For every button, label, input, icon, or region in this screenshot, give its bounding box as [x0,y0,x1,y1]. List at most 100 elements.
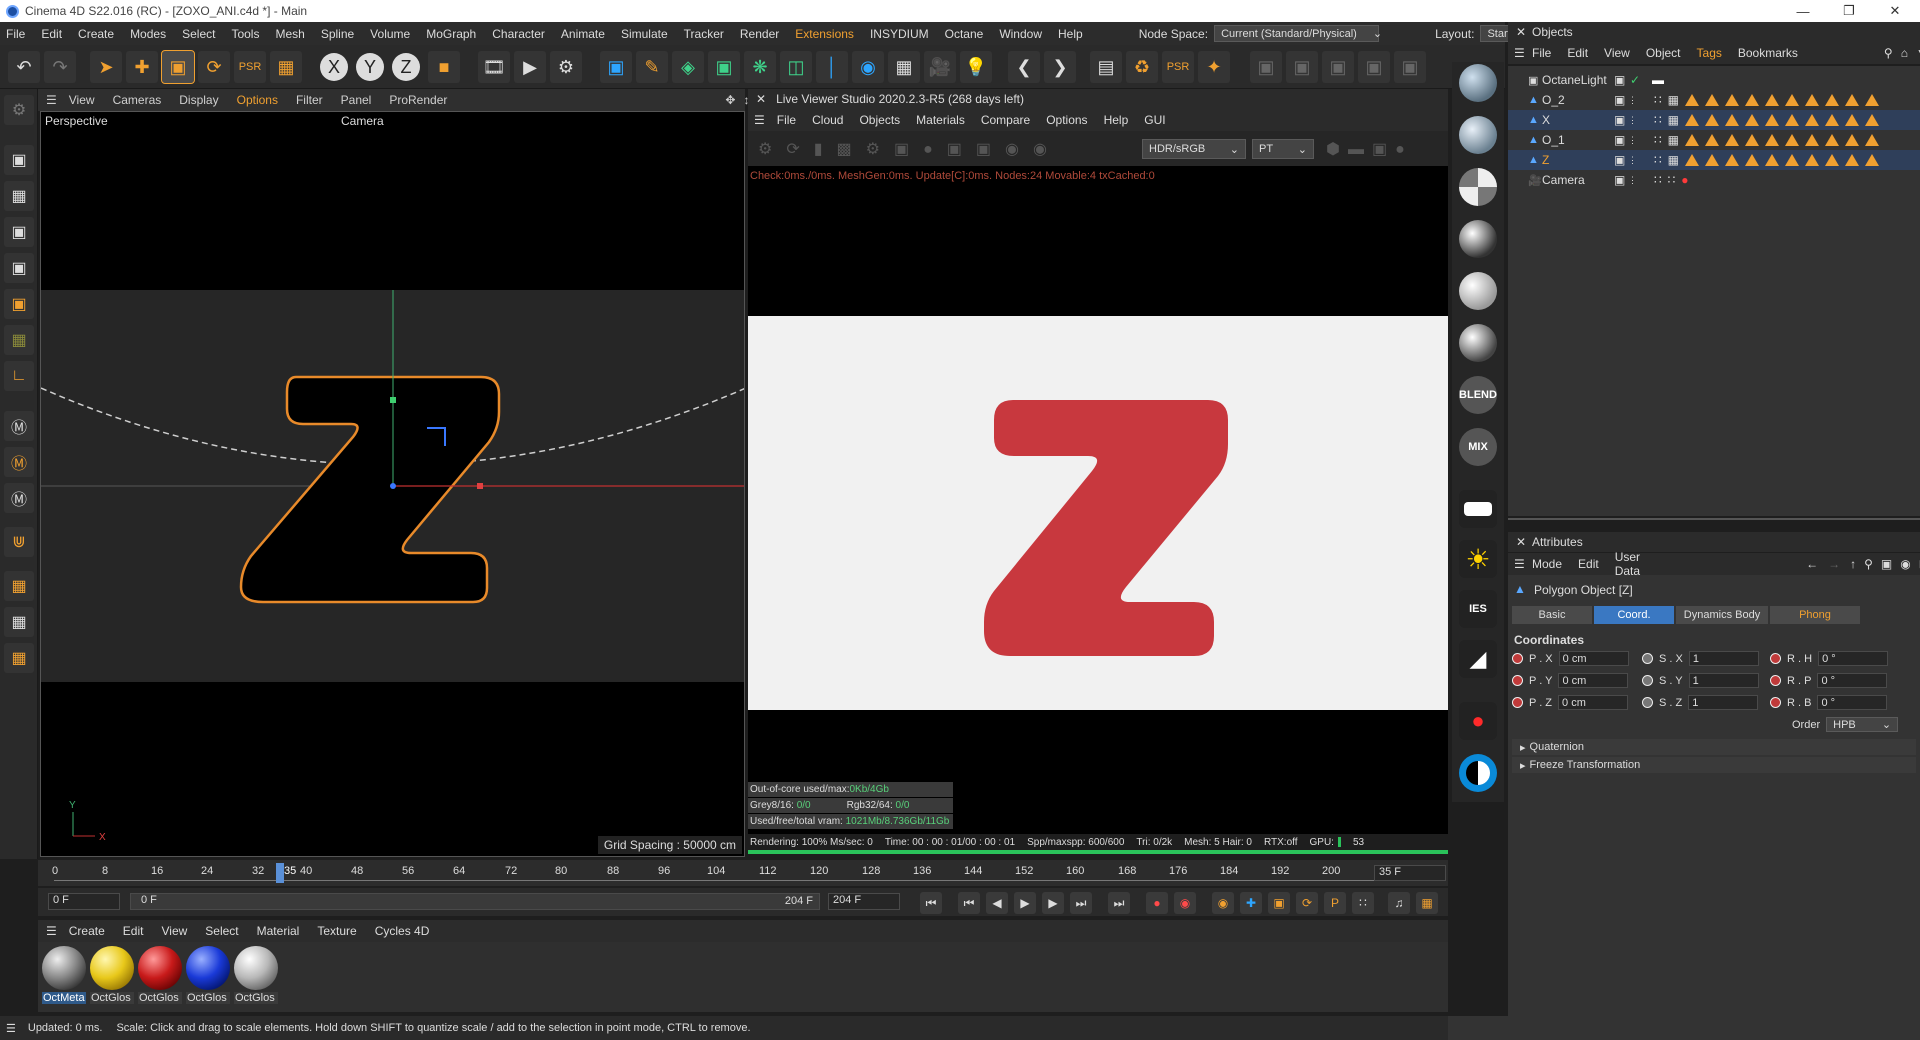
key-scale-icon[interactable]: ▣ [1268,892,1290,914]
glossy-material-icon[interactable] [1459,116,1497,154]
scale-x-field[interactable]: 1 [1688,651,1759,666]
object-row-octanelight[interactable]: ▣ OctaneLight ▣ ✓ ▬ [1508,70,1920,90]
lv-menu-cloud[interactable]: Cloud [812,113,843,127]
material-tag-icon[interactable] [1804,114,1819,126]
material-tag-icon[interactable] [1804,134,1819,146]
coordinate-system-icon[interactable]: ▦ [270,51,302,83]
material-tag-icon[interactable] [1684,154,1699,166]
disabled-tool-icon[interactable]: ▣ [1250,51,1282,83]
obj-menu-file[interactable]: File [1532,46,1551,60]
redo-icon[interactable]: ↷ [44,51,76,83]
metallic-material-icon[interactable] [1459,220,1497,258]
polygon-mode-icon[interactable]: ▣ [4,289,34,319]
material-tag-icon[interactable] [1764,114,1779,126]
previous-key-icon[interactable]: ⏮ [958,892,980,914]
mat-menu-create[interactable]: Create [69,924,105,938]
current-frame-field[interactable]: 35 F [1374,865,1446,881]
layer-icon[interactable]: ▣ [1614,153,1625,167]
go-to-start-icon[interactable]: ⏮ [920,892,942,914]
recycle-icon[interactable]: ♻ [1126,51,1158,83]
field-icon[interactable]: ◉ [852,51,884,83]
material-tag-icon[interactable] [1704,94,1719,106]
material-tag-icon[interactable] [1724,114,1739,126]
pen-icon[interactable]: ✎ [636,51,668,83]
floor-icon[interactable]: ▦ [888,51,920,83]
layer-icon[interactable]: ▣ [1614,93,1625,107]
mat-menu-material[interactable]: Material [257,924,300,938]
keyframe-icon[interactable] [1512,653,1523,664]
checker-tag-icon[interactable]: ▦ [1668,153,1679,167]
arrow-right-icon[interactable]: ❯ [1044,51,1076,83]
material-swatch[interactable] [186,946,230,990]
menu-spline[interactable]: Spline [321,27,354,41]
up-arrow-icon[interactable]: ↑ [1850,557,1856,571]
lv-menu-options[interactable]: Options [1046,113,1087,127]
node-space-select[interactable]: Current (Standard/Physical) ⌄ [1214,25,1382,42]
octane-settings-icon[interactable]: ▤ [1090,51,1122,83]
material-tag-icon[interactable] [1864,134,1879,146]
forward-arrow-icon[interactable]: → [1828,557,1840,571]
cube-icon[interactable]: ▣ [600,51,632,83]
next-frame-icon[interactable]: ▶ [1042,892,1064,914]
keyframe-icon[interactable] [1512,675,1523,686]
close-icon[interactable]: ✕ [1872,0,1918,22]
scale-y-field[interactable]: 1 [1688,673,1759,688]
visibility-dots-icon[interactable]: ⋮ [1628,115,1637,126]
settings-icon[interactable]: ◉ [1900,557,1910,571]
light-tag-icon[interactable]: ▬ [1652,73,1664,87]
menu-tools[interactable]: Tools [231,27,259,41]
tab-dynamics-body[interactable]: Dynamics Body [1676,606,1768,624]
ies-light-icon[interactable]: IES [1459,590,1497,628]
mix-material-icon[interactable]: MIX [1459,428,1497,466]
menu-window[interactable]: Window [999,27,1042,41]
menu-help[interactable]: Help [1058,27,1083,41]
material-tag-icon[interactable] [1744,94,1759,106]
octane-camera-icon[interactable]: ● [1459,702,1497,740]
snap-s-icon[interactable]: Ⓜ [4,411,34,441]
next-key-icon[interactable]: ⏭ [1070,892,1092,914]
disabled-tool-icon[interactable]: ▣ [1322,51,1354,83]
material-tag-icon[interactable] [1784,134,1799,146]
render-picture-viewer-icon[interactable]: ▶ [514,51,546,83]
keyframe-icon[interactable] [1770,675,1781,686]
psr-gear-icon[interactable]: PSR [1162,51,1194,83]
viewport-menu-cameras[interactable]: Cameras [113,93,162,107]
daylight-icon[interactable]: ☀ [1459,540,1497,578]
uv-mode-icon[interactable]: ▦ [4,325,34,355]
material-swatch[interactable] [138,946,182,990]
lv-menu-compare[interactable]: Compare [981,113,1030,127]
layer-icon[interactable]: ▣ [1614,133,1625,147]
lock-icon[interactable]: ▣ [1881,557,1892,571]
tab-basic[interactable]: Basic [1512,606,1592,624]
cloner-icon[interactable]: ❋ [744,51,776,83]
diffuse-material-icon[interactable] [1459,64,1497,102]
viewport-menu-options[interactable]: Options [237,93,278,107]
menu-mograph[interactable]: MoGraph [426,27,476,41]
att-menu-edit[interactable]: Edit [1578,557,1599,571]
visibility-dots-icon[interactable]: ⋮ [1628,155,1637,166]
lv-menu-help[interactable]: Help [1104,113,1129,127]
subdivision-icon[interactable]: ◈ [672,51,704,83]
position-y-field[interactable]: 0 cm [1558,673,1629,688]
key-pla-icon[interactable]: ∷ [1352,892,1374,914]
dots-tag-icon[interactable]: ∷ [1654,113,1662,127]
specular-material-icon[interactable] [1459,168,1497,206]
position-x-field[interactable]: 0 cm [1558,651,1629,666]
viewport-camera-name[interactable]: Camera [341,114,384,128]
universal-material-icon[interactable] [1459,324,1497,362]
material-tag-icon[interactable] [1844,154,1859,166]
material-tag-icon[interactable] [1824,94,1839,106]
make-editable-icon[interactable]: ⚙ [4,95,34,125]
move-tool-icon[interactable]: ✚ [126,51,158,83]
material-tag-icon[interactable] [1724,134,1739,146]
end-frame-field[interactable]: 204 F [828,893,900,910]
material-tag-icon[interactable] [1844,114,1859,126]
blend-material-icon[interactable]: BLEND [1459,376,1497,414]
tab-phong[interactable]: Phong [1770,606,1860,624]
material-name[interactable]: OctGlos [234,992,278,1004]
render-view-icon[interactable]: 🎞 [478,51,510,83]
material-tag-icon[interactable] [1844,94,1859,106]
perspective-viewport[interactable]: Y X Perspective Camera Grid Spacing : 50… [40,111,745,857]
lv-menu-materials[interactable]: Materials [916,113,965,127]
scale-tool-icon[interactable]: ▣ [161,50,195,84]
